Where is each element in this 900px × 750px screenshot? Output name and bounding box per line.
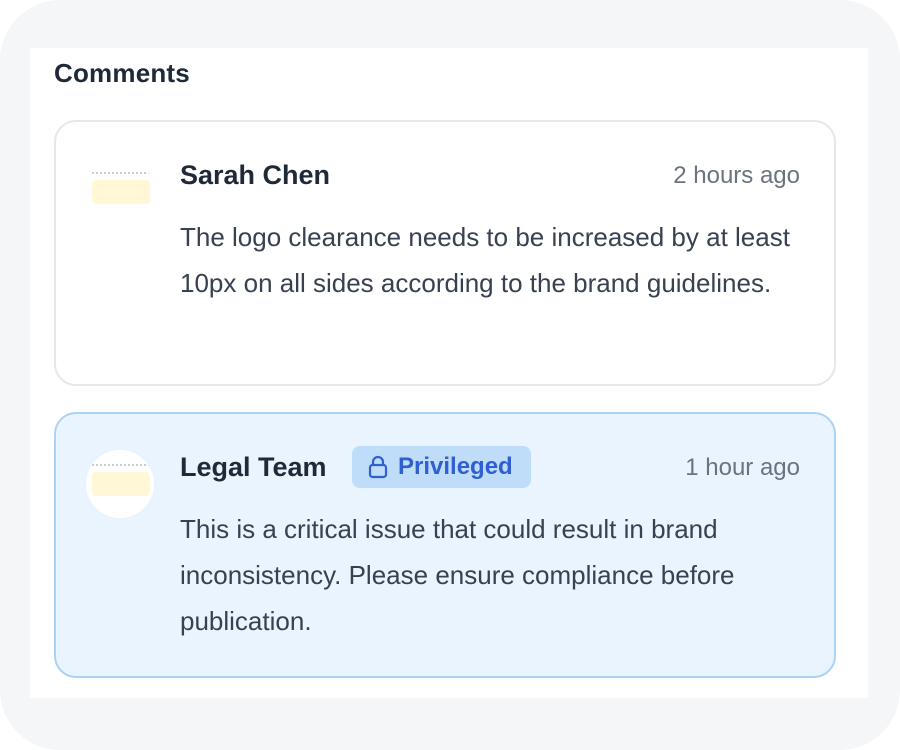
comment-timestamp: 2 hours ago bbox=[673, 162, 800, 189]
window-frame: Comments Sarah Chen 2 hours ago The logo… bbox=[0, 0, 900, 750]
avatar-detail bbox=[92, 464, 150, 468]
comment-author: Legal Team bbox=[180, 452, 327, 482]
comment-text: The logo clearance needs to be increased… bbox=[180, 222, 790, 298]
avatar bbox=[86, 158, 154, 226]
avatar-detail bbox=[92, 172, 150, 176]
privileged-badge: Privileged bbox=[352, 446, 531, 488]
section-title: Comments bbox=[54, 58, 190, 88]
comment-text: This is a critical issue that could resu… bbox=[180, 514, 735, 636]
comment-card-privileged: Legal Team Privileged 1 hour ago This is… bbox=[54, 412, 836, 678]
badge-label: Privileged bbox=[398, 453, 513, 480]
avatar-detail bbox=[92, 472, 150, 496]
avatar bbox=[86, 450, 154, 518]
lock-icon bbox=[368, 455, 388, 479]
comments-panel: Comments Sarah Chen 2 hours ago The logo… bbox=[30, 48, 868, 698]
comment-timestamp: 1 hour ago bbox=[685, 454, 800, 481]
comment-author: Sarah Chen bbox=[180, 160, 331, 190]
avatar-detail bbox=[92, 180, 150, 204]
comment-card: Sarah Chen 2 hours ago The logo clearanc… bbox=[54, 120, 836, 386]
